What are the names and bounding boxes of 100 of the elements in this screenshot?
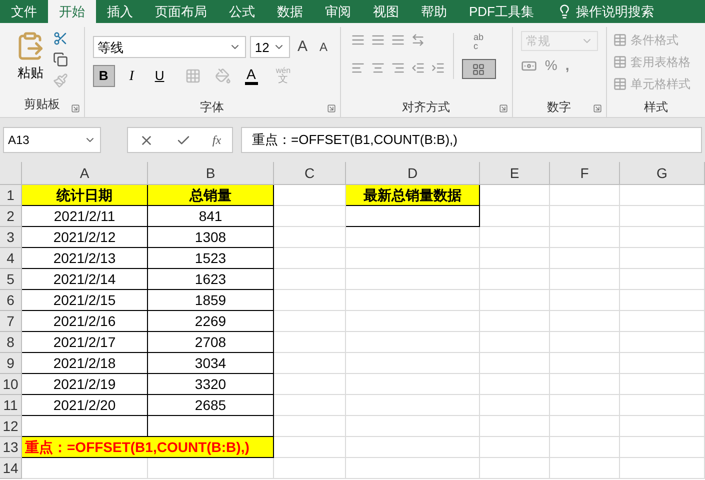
dialog-launcher-icon[interactable] [70, 104, 80, 113]
align-middle-icon[interactable] [370, 33, 385, 47]
table-cell [480, 374, 550, 395]
table-cell [550, 248, 620, 269]
table-cell: 2021/2/18 [22, 353, 148, 374]
italic-button[interactable]: I [120, 64, 143, 86]
table-cell [480, 248, 550, 269]
table-cell [550, 353, 620, 374]
table-cell: 1523 [148, 248, 274, 269]
table-cell [550, 395, 620, 416]
table-cell [274, 374, 346, 395]
ribbon-tab[interactable]: 页面布局 [144, 0, 218, 23]
ribbon-tab[interactable]: PDF工具集 [458, 0, 545, 23]
wrap-text-button[interactable]: ab c [474, 33, 484, 51]
row-header[interactable]: 11 [0, 395, 22, 416]
align-bottom-icon[interactable] [390, 33, 405, 47]
row-header[interactable]: 4 [0, 248, 22, 269]
merge-center-button[interactable] [462, 59, 496, 79]
table-cell [550, 206, 620, 227]
column-header[interactable]: C [274, 162, 346, 184]
table-cell [480, 311, 550, 332]
row-header[interactable]: 9 [0, 353, 22, 374]
table-cell [480, 269, 550, 290]
row-header[interactable]: 14 [0, 458, 22, 479]
row-header[interactable]: 13 [0, 437, 22, 458]
table-cell [480, 227, 550, 248]
table-cell: 2021/2/11 [22, 206, 148, 227]
align-left-icon[interactable] [350, 61, 365, 75]
column-header[interactable]: G [620, 162, 705, 184]
group-label: 数字 [547, 101, 572, 113]
row-header[interactable]: 3 [0, 227, 22, 248]
table-cell [480, 458, 550, 479]
align-center-icon[interactable] [370, 61, 385, 75]
row-header[interactable]: 12 [0, 416, 22, 437]
table-cell: 2021/2/13 [22, 248, 148, 269]
ribbon-tab[interactable]: 文件 [0, 0, 48, 23]
dialog-launcher-icon[interactable] [592, 104, 602, 113]
font-size-field[interactable]: 12 [250, 36, 290, 58]
column-header[interactable]: D [346, 162, 480, 184]
row-header[interactable]: 1 [0, 185, 22, 206]
underline-button[interactable]: U [148, 64, 171, 86]
font-name-field[interactable]: 等线 [92, 36, 246, 58]
row-header[interactable]: 2 [0, 206, 22, 227]
column-header[interactable]: F [550, 162, 620, 184]
table-cell [550, 416, 620, 437]
table-icon [612, 77, 627, 91]
ribbon-tab[interactable]: 插入 [96, 0, 144, 23]
row-header[interactable]: 8 [0, 332, 22, 353]
borders-icon[interactable] [184, 68, 201, 84]
paste-button[interactable]: 粘贴 [17, 63, 44, 82]
table-cell [274, 227, 346, 248]
bold-button[interactable]: B [92, 64, 115, 86]
indent-decrease-icon[interactable] [410, 61, 425, 75]
group-label: 样式 [644, 101, 668, 113]
copy-icon[interactable] [53, 52, 68, 67]
table-cell: 总销量 [148, 185, 274, 206]
table-cell: 2269 [148, 311, 274, 332]
ribbon-tab[interactable]: 公式 [218, 0, 266, 23]
table-cell [480, 416, 550, 437]
grow-font-button[interactable]: A [294, 36, 312, 58]
font-color-button[interactable]: A [244, 66, 258, 84]
table-cell: 2021/2/19 [22, 374, 148, 395]
dialog-launcher-icon[interactable] [498, 104, 508, 113]
tell-me-search[interactable]: 操作说明搜索 [576, 2, 654, 22]
orientation-icon[interactable] [410, 33, 425, 47]
table-cell [550, 269, 620, 290]
table-cell [274, 311, 346, 332]
ribbon-tab[interactable]: 审阅 [314, 0, 362, 23]
ribbon-tab[interactable]: 帮助 [410, 0, 458, 23]
group-label: 剪贴板 [24, 96, 60, 110]
fill-color-icon[interactable] [214, 68, 231, 84]
table-cell [550, 332, 620, 353]
table-cell: 最新总销量数据 [346, 185, 480, 206]
row-header[interactable]: 10 [0, 374, 22, 395]
table-cell: 1308 [148, 227, 274, 248]
table-cell: 2708 [148, 332, 274, 353]
column-header[interactable]: E [480, 162, 550, 184]
indent-increase-icon[interactable] [430, 61, 445, 75]
formula-field[interactable]: 重点：=OFFSET(B1,COUNT(B:B),) [241, 127, 702, 153]
paintbrush-icon[interactable] [53, 73, 68, 88]
table-cell [550, 458, 620, 479]
column-header[interactable]: A [22, 162, 148, 184]
name-box[interactable]: A13 [3, 127, 101, 153]
table-cell: 统计日期 [22, 185, 148, 206]
table-cell [274, 458, 346, 479]
insert-function-button[interactable]: fx [212, 131, 222, 149]
column-header[interactable]: B [148, 162, 274, 184]
shrink-font-button[interactable]: A [316, 38, 332, 56]
ribbon-tab[interactable]: 数据 [266, 0, 314, 23]
row-header[interactable]: 6 [0, 290, 22, 311]
dialog-launcher-icon[interactable] [326, 104, 336, 113]
row-header[interactable]: 5 [0, 269, 22, 290]
ribbon-tab[interactable]: 视图 [362, 0, 410, 23]
table-cell [480, 290, 550, 311]
align-top-icon[interactable] [350, 33, 365, 47]
align-right-icon[interactable] [390, 61, 405, 75]
ribbon-tab[interactable]: 开始 [48, 0, 96, 23]
table-cell [550, 437, 620, 458]
scissors-icon[interactable] [53, 31, 68, 46]
row-header[interactable]: 7 [0, 311, 22, 332]
